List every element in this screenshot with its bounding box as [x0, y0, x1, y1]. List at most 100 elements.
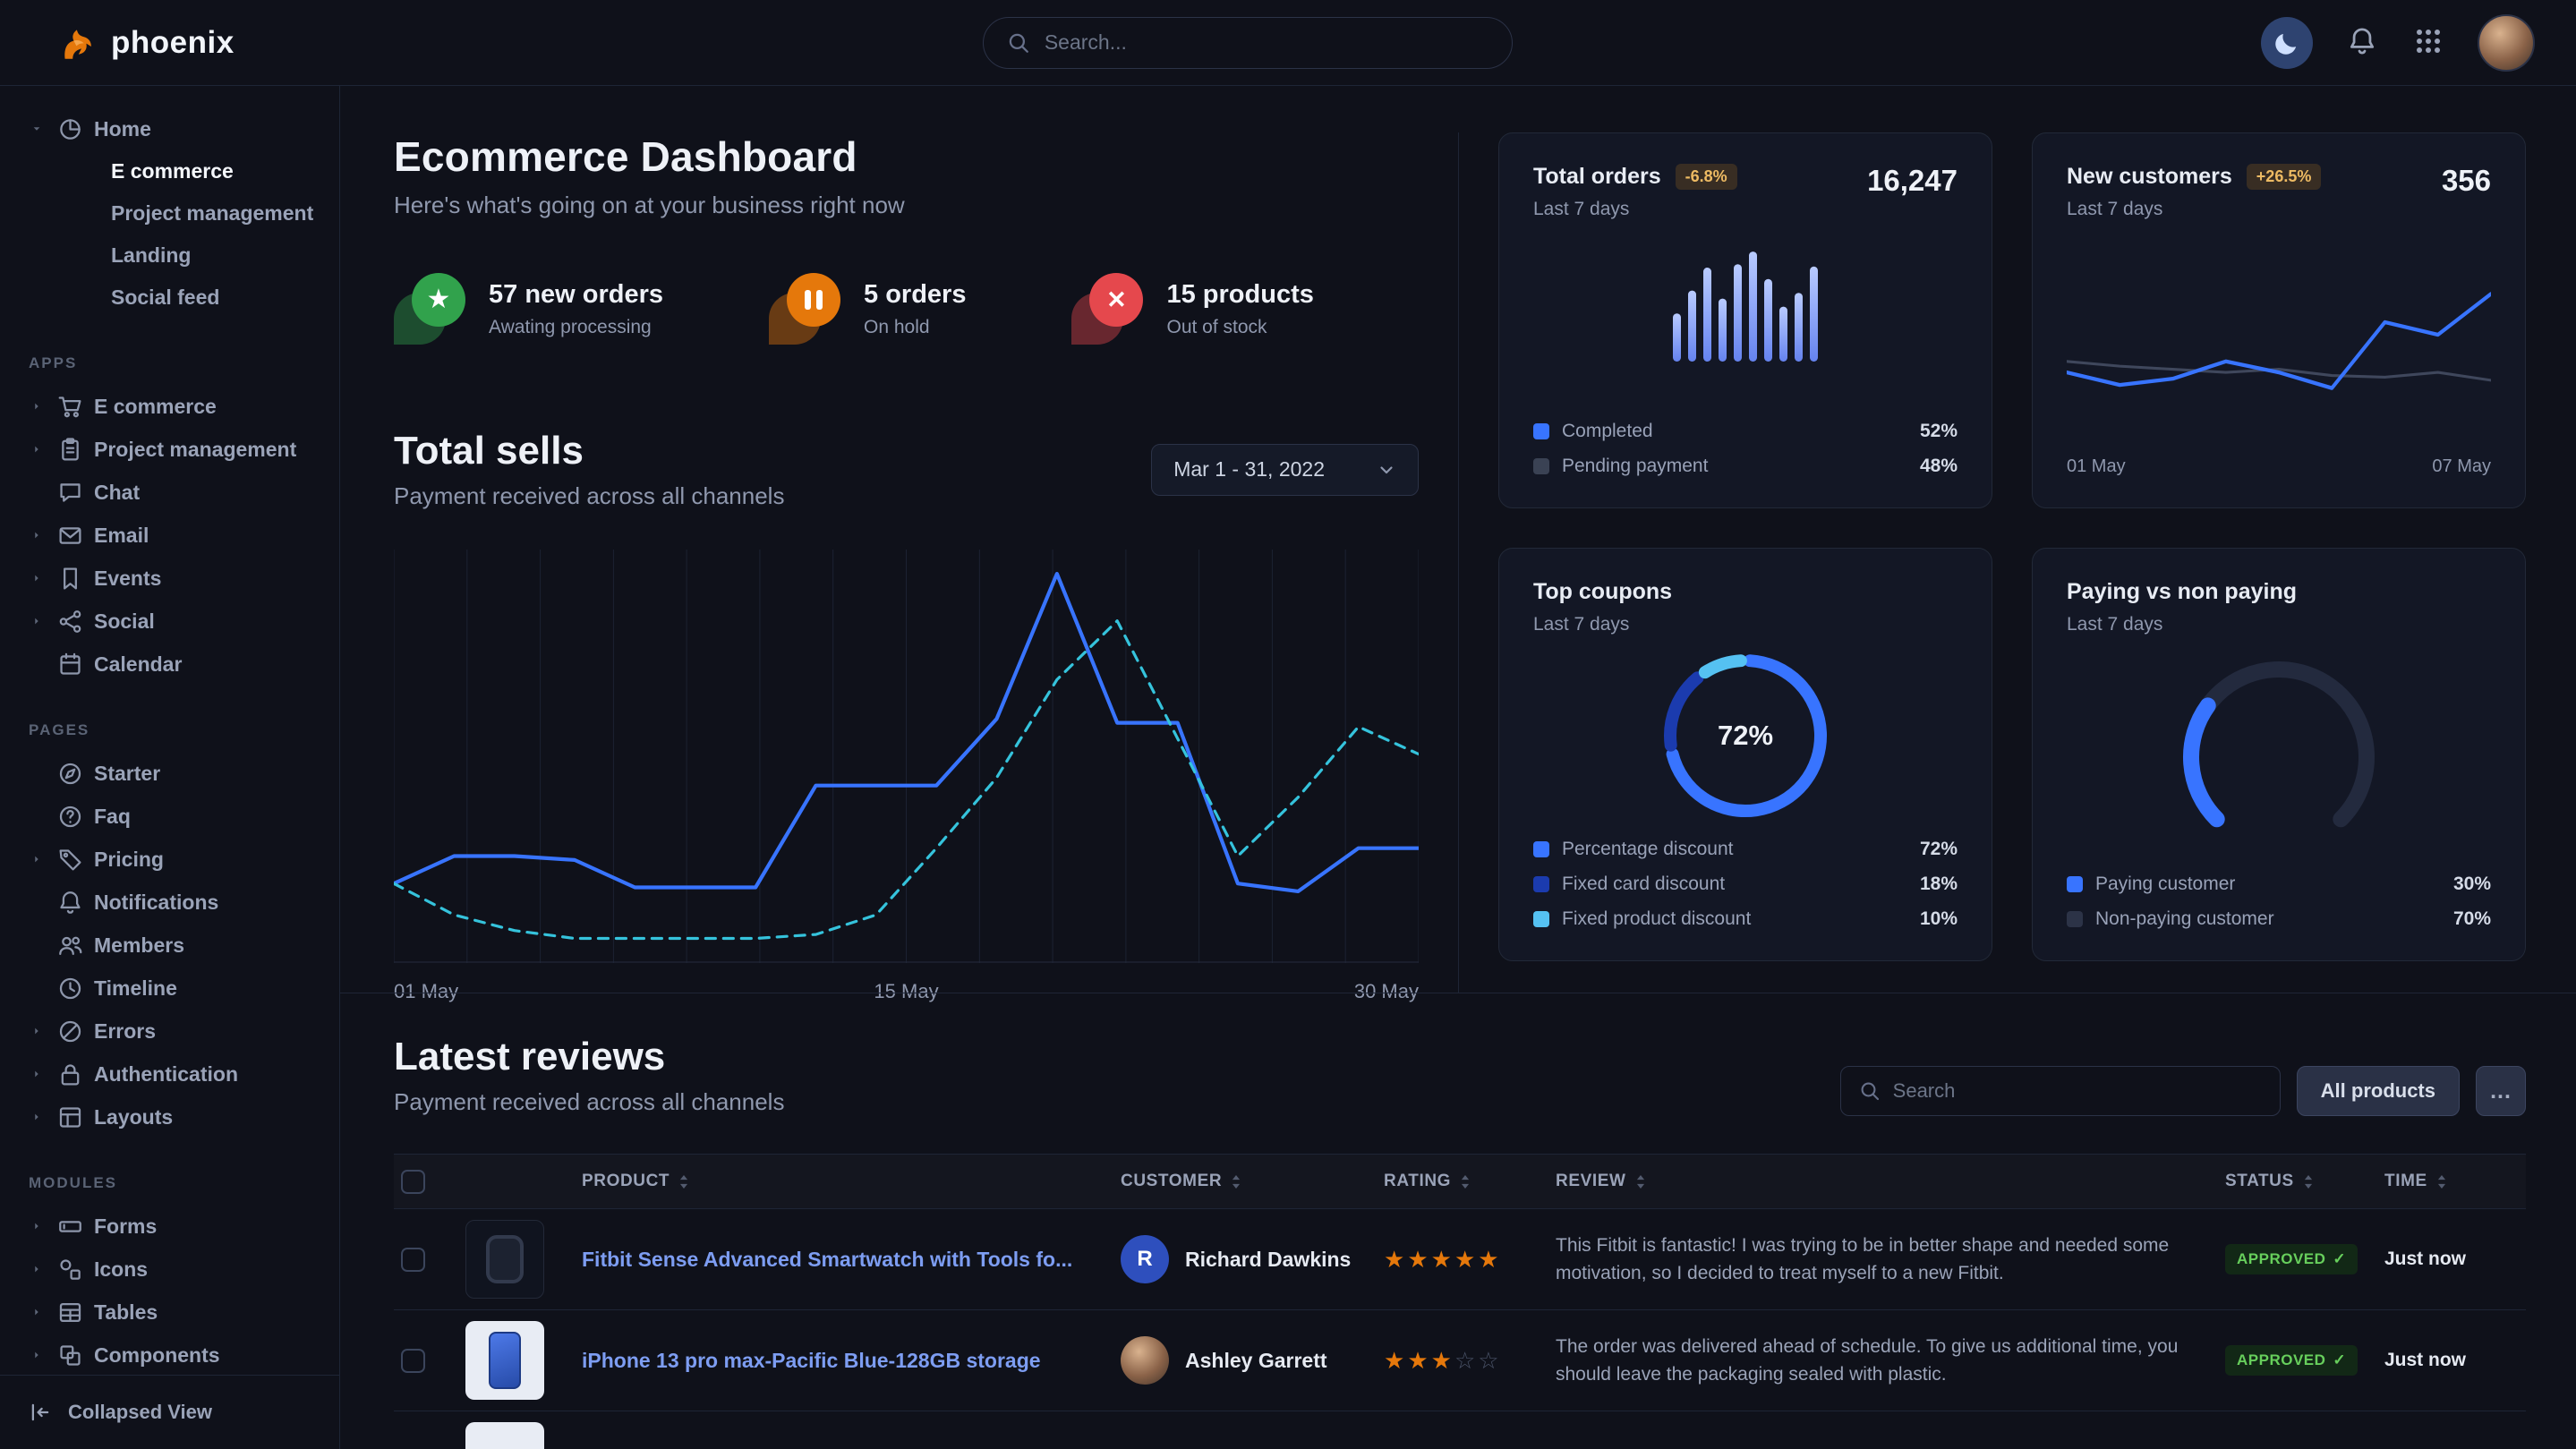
- sidebar-item-project-management[interactable]: Project management: [21, 428, 321, 471]
- sidebar-item-project-management[interactable]: Project management: [21, 192, 321, 234]
- sidebar-item-label: Pricing: [94, 848, 164, 872]
- legend-label: Pending payment: [1562, 456, 1708, 477]
- sidebar-item-e-commerce[interactable]: E commerce: [21, 150, 321, 192]
- date-range-select[interactable]: Mar 1 - 31, 2022: [1151, 444, 1419, 496]
- legend-label: Fixed card discount: [1562, 874, 1725, 895]
- new-customers-card: New customers +26.5% Last 7 days 356 01 …: [2032, 132, 2526, 508]
- row-checkbox[interactable]: [401, 1248, 425, 1272]
- more-options-button[interactable]: ...: [2476, 1066, 2526, 1116]
- sidebar-item-pricing[interactable]: Pricing: [21, 838, 321, 881]
- column-header-time[interactable]: TIME: [2384, 1172, 2526, 1191]
- sidebar-item-label: Authentication: [94, 1062, 238, 1087]
- sidebar-item-starter[interactable]: Starter: [21, 752, 321, 795]
- sidebar-item-calendar[interactable]: Calendar: [21, 643, 321, 686]
- sidebar-item-notifications[interactable]: Notifications: [21, 881, 321, 924]
- brand[interactable]: phoenix: [52, 21, 235, 65]
- star-filled-icon: ★: [1478, 1246, 1501, 1273]
- legend-swatch: [1533, 841, 1549, 857]
- global-search-input[interactable]: [1045, 30, 1488, 55]
- stat-caption: Out of stock: [1166, 317, 1313, 338]
- caret-right-icon: [27, 1220, 47, 1232]
- column-header-customer[interactable]: CUSTOMER: [1121, 1172, 1361, 1191]
- x-icon: ✕: [1106, 288, 1127, 312]
- column-header-review[interactable]: REVIEW: [1556, 1172, 2202, 1191]
- total-orders-legend: Completed 52% Pending payment 48%: [1533, 421, 1958, 477]
- sidebar-item-layouts[interactable]: Layouts: [21, 1095, 321, 1138]
- table-row: iPhone 13 pro max-Pacific Blue-128GB sto…: [394, 1310, 2526, 1411]
- sidebar-item-landing[interactable]: Landing: [21, 234, 321, 277]
- sidebar-item-label: Social: [94, 609, 155, 634]
- total-orders-card: Total orders -6.8% Last 7 days 16,247 Co…: [1498, 132, 1992, 508]
- product-image: [465, 1321, 544, 1400]
- stat-value: 15 products: [1166, 280, 1313, 310]
- star-filled-icon: ★: [1384, 1347, 1407, 1374]
- pie-chart-icon: [57, 116, 83, 142]
- reviews-search-input[interactable]: [1893, 1079, 2262, 1103]
- customer-cell[interactable]: Ashley Garrett: [1121, 1336, 1361, 1385]
- star-filled-icon: ★: [1454, 1246, 1478, 1273]
- sidebar-item-social[interactable]: Social: [21, 600, 321, 643]
- legend-value: 30%: [2453, 874, 2491, 895]
- column-header-product[interactable]: PRODUCT: [582, 1172, 1097, 1191]
- legend-item: Non-paying customer 70%: [2067, 908, 2491, 930]
- star-filled-icon: ★: [1407, 1246, 1430, 1273]
- page-subtitle: Here's what's going on at your business …: [394, 192, 1419, 219]
- all-products-button[interactable]: All products: [2297, 1066, 2460, 1116]
- sidebar-item-e-commerce[interactable]: E commerce: [21, 385, 321, 428]
- sidebar-item-social-feed[interactable]: Social feed: [21, 277, 321, 319]
- user-avatar[interactable]: [2478, 14, 2535, 72]
- notifications-button[interactable]: [2345, 26, 2379, 60]
- card-period: Last 7 days: [1533, 614, 1672, 635]
- reviews-search[interactable]: [1840, 1066, 2281, 1116]
- new-customers-value: 356: [2442, 164, 2491, 198]
- customer-cell[interactable]: RRichard Dawkins: [1121, 1235, 1361, 1283]
- legend-item: Pending payment 48%: [1533, 456, 1958, 477]
- legend-value: 72%: [1920, 839, 1958, 860]
- sidebar-item-events[interactable]: Events: [21, 557, 321, 600]
- sort-icon: [1231, 1174, 1241, 1189]
- theme-toggle-button[interactable]: [2261, 17, 2313, 69]
- lock-icon: [57, 1061, 83, 1087]
- global-search[interactable]: [983, 17, 1513, 69]
- card-title: Top coupons: [1533, 579, 1672, 605]
- collapse-view-label: Collapsed View: [68, 1401, 212, 1424]
- sidebar-item-errors[interactable]: Errors: [21, 1010, 321, 1053]
- latest-reviews-section: Latest reviews Payment received across a…: [340, 993, 2576, 1449]
- table-row: [394, 1411, 2526, 1449]
- cart-icon: [57, 394, 83, 420]
- sidebar-item-components[interactable]: Components: [21, 1334, 321, 1375]
- search-icon: [1859, 1080, 1881, 1102]
- stat-value: 57 new orders: [489, 280, 663, 310]
- apps-grid-button[interactable]: [2411, 26, 2445, 60]
- sidebar-item-home[interactable]: Home: [21, 107, 321, 150]
- sidebar-item-authentication[interactable]: Authentication: [21, 1053, 321, 1095]
- question-icon: [57, 804, 83, 830]
- card-period: Last 7 days: [2067, 199, 2321, 220]
- pause-icon: [802, 290, 825, 310]
- bell-icon: [57, 890, 83, 916]
- table-row: Fitbit Sense Advanced Smartwatch with To…: [394, 1209, 2526, 1310]
- sidebar-item-label: Chat: [94, 481, 140, 505]
- star-icon: ★: [427, 286, 451, 313]
- sidebar-item-email[interactable]: Email: [21, 514, 321, 557]
- collapse-view-button[interactable]: Collapsed View: [0, 1375, 339, 1449]
- column-header-rating[interactable]: RATING: [1384, 1172, 1532, 1191]
- product-link[interactable]: iPhone 13 pro max-Pacific Blue-128GB sto…: [582, 1349, 1097, 1373]
- sidebar-item-label: Calendar: [94, 652, 182, 677]
- select-all-checkbox[interactable]: [401, 1170, 425, 1194]
- total-sells-title: Total sells: [394, 429, 784, 473]
- sidebar-item-members[interactable]: Members: [21, 924, 321, 967]
- legend-item: Completed 52%: [1533, 421, 1958, 442]
- star-filled-icon: ★: [1384, 1246, 1407, 1273]
- sidebar-item-tables[interactable]: Tables: [21, 1291, 321, 1334]
- top-coupons-card: Top coupons Last 7 days 72% Percentage d…: [1498, 548, 1992, 961]
- column-header-status[interactable]: STATUS: [2225, 1172, 2361, 1191]
- sidebar-item-faq[interactable]: Faq: [21, 795, 321, 838]
- row-checkbox[interactable]: [401, 1349, 425, 1373]
- legend-value: 18%: [1920, 874, 1958, 895]
- product-link[interactable]: Fitbit Sense Advanced Smartwatch with To…: [582, 1248, 1097, 1272]
- sidebar-item-chat[interactable]: Chat: [21, 471, 321, 514]
- sidebar-item-forms[interactable]: Forms: [21, 1205, 321, 1248]
- sidebar-item-timeline[interactable]: Timeline: [21, 967, 321, 1010]
- sidebar-item-icons[interactable]: Icons: [21, 1248, 321, 1291]
